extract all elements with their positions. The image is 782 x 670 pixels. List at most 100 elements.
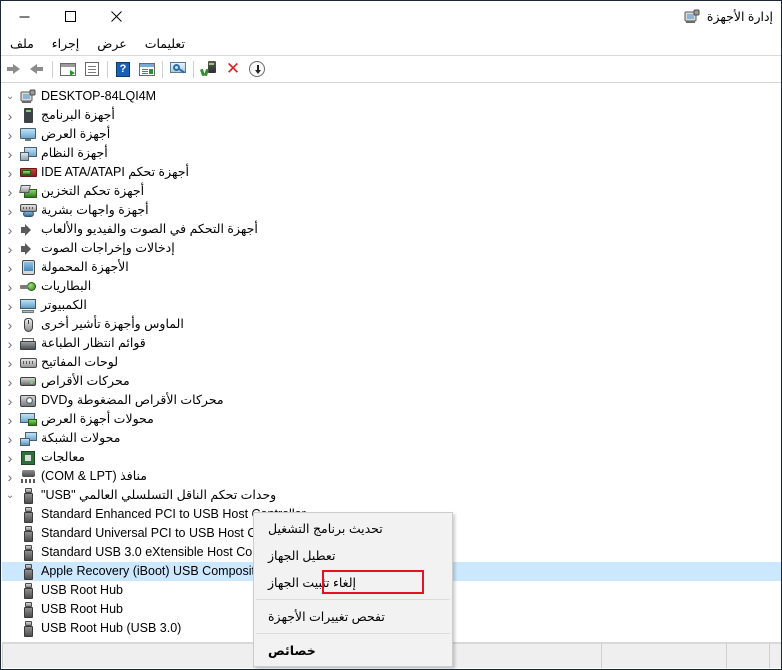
close-button[interactable] — [93, 1, 139, 32]
chevron-left-icon[interactable]: ‹ — [2, 296, 18, 315]
tree-node[interactable]: ‹ محركات الأقراص المضغوطة وDVD — [2, 391, 781, 410]
tree-node[interactable]: ‹ أجهزة البرنامج — [2, 106, 781, 125]
tree-node[interactable]: ‹ محركات الأقراص — [2, 372, 781, 391]
tree-node-spacer — [2, 524, 18, 543]
chevron-left-icon[interactable]: ‹ — [2, 334, 18, 353]
tree-node[interactable]: ‹ الكمبيوتر — [2, 296, 781, 315]
tree-node-spacer — [2, 505, 18, 524]
menu-help[interactable]: تعليمات — [136, 34, 194, 54]
tree-node-spacer — [2, 543, 18, 562]
usb-icon — [18, 524, 38, 543]
disable-device-button[interactable]: ✕ — [221, 58, 245, 81]
minimize-button[interactable] — [1, 1, 47, 32]
tree-node[interactable]: ‹ الأجهزة المحمولة — [2, 258, 781, 277]
tree-node[interactable]: ‹ أجهزة تحكم التخزين — [2, 182, 781, 201]
chevron-left-icon[interactable]: ‹ — [2, 163, 18, 182]
chevron-left-icon[interactable]: ‹ — [2, 106, 18, 125]
help-icon: ? — [116, 61, 130, 77]
chevron-left-icon[interactable]: ‹ — [2, 201, 18, 220]
tree-node[interactable]: ‹ محولات الشبكة — [2, 429, 781, 448]
tree-node[interactable]: ‹ معالجات — [2, 448, 781, 467]
chevron-down-icon[interactable]: ⌄ — [2, 87, 18, 106]
arrow-left-icon — [28, 60, 46, 78]
tree-node[interactable]: ‹ لوحات المفاتيح — [2, 353, 781, 372]
menu-view[interactable]: عرض — [88, 34, 135, 54]
tree-node[interactable]: ‹ أجهزة العرض — [2, 125, 781, 144]
menu-action[interactable]: إجراء — [43, 34, 88, 54]
ctx-scan-hardware-changes[interactable]: تفحص تغييرات الأجهزة — [254, 603, 452, 630]
properties-button[interactable] — [80, 58, 104, 81]
chevron-left-icon[interactable]: ‹ — [2, 125, 18, 144]
toolbar: ? ✕ — [1, 56, 781, 83]
monitor-icon — [18, 125, 38, 144]
forward-button[interactable] — [25, 58, 49, 81]
tree-node[interactable]: ‹ منافذ (COM & LPT) — [2, 467, 781, 486]
cd-drive-icon — [18, 391, 38, 410]
tree-node-label: USB Root Hub — [41, 583, 123, 597]
ctx-disable-device[interactable]: تعطيل الجهاز — [254, 542, 452, 569]
menu-file[interactable]: ملف — [1, 34, 43, 54]
scan-changes-button[interactable] — [166, 58, 190, 81]
tree-node[interactable]: ‹ البطاريات — [2, 277, 781, 296]
tree-node-label: محركات الأقراص المضغوطة وDVD — [41, 393, 224, 407]
chevron-left-icon[interactable]: ‹ — [2, 182, 18, 201]
tree-node[interactable]: ‹ أجهزة التحكم في الصوت والفيديو والألعاب — [2, 220, 781, 239]
tree-root-label: DESKTOP-84LQI4M — [41, 89, 157, 103]
maximize-icon — [64, 11, 76, 22]
chevron-left-icon[interactable]: ‹ — [2, 391, 18, 410]
tree-node[interactable]: ‹ إدخالات وإخراجات الصوت — [2, 239, 781, 258]
chevron-left-icon[interactable]: ‹ — [2, 467, 18, 486]
device-list-icon — [139, 62, 155, 76]
chevron-left-icon[interactable]: ‹ — [2, 353, 18, 372]
chevron-left-icon[interactable]: ‹ — [2, 277, 18, 296]
context-menu[interactable]: تحديث برنامج التشغيل تعطيل الجهاز إلغاء تث… — [253, 512, 453, 667]
tower-icon — [18, 106, 38, 125]
show-hidden-button[interactable] — [56, 58, 80, 81]
chevron-left-icon[interactable]: ‹ — [2, 448, 18, 467]
chevron-left-icon[interactable]: ‹ — [2, 429, 18, 448]
chevron-left-icon[interactable]: ‹ — [2, 239, 18, 258]
chevron-left-icon[interactable]: ‹ — [2, 220, 18, 239]
tree-node[interactable]: ‹ أجهزة واجهات بشرية — [2, 201, 781, 220]
tree-root-node[interactable]: ⌄ DESKTOP-84LQI4M — [2, 87, 781, 106]
usb-icon — [18, 619, 38, 638]
ctx-properties[interactable]: خصائص — [254, 637, 452, 664]
tree-node[interactable]: ‹ الماوس وأجهزة تأشير أخرى — [2, 315, 781, 334]
tree-node[interactable]: ‹ أجهزة النظام — [2, 144, 781, 163]
maximize-button[interactable] — [47, 1, 93, 32]
update-driver-button[interactable] — [245, 58, 269, 81]
tree-node-spacer — [2, 581, 18, 600]
tree-node-label: الكمبيوتر — [41, 298, 87, 312]
context-menu-item-label: تحديث برنامج التشغيل — [268, 522, 383, 536]
chevron-down-icon[interactable]: ⌄ — [2, 486, 18, 505]
help-button[interactable]: ? — [111, 58, 135, 81]
tree-node[interactable]: ‹ أجهزة تحكم IDE ATA/ATAPI — [2, 163, 781, 182]
device-manager-window: إدارة الأجهزة ملف إجراء عرض تعليمات ? ✕ … — [0, 0, 782, 670]
chevron-left-icon[interactable]: ‹ — [2, 372, 18, 391]
back-button[interactable] — [1, 58, 25, 81]
tree-node-label: لوحات المفاتيح — [41, 355, 119, 369]
tree-node-label: أجهزة تحكم IDE ATA/ATAPI — [41, 165, 189, 179]
chevron-left-icon[interactable]: ‹ — [2, 144, 18, 163]
usb-icon — [18, 581, 38, 600]
usb-icon — [18, 505, 38, 524]
chevron-left-icon[interactable]: ‹ — [2, 315, 18, 334]
ctx-update-driver[interactable]: تحديث برنامج التشغيل — [254, 515, 452, 542]
system-device-icon — [18, 144, 38, 163]
uninstall-device-button[interactable] — [197, 58, 221, 81]
menu-bar: ملف إجراء عرض تعليمات — [1, 32, 781, 56]
tree-node-label: معالجات — [41, 450, 85, 464]
tree-node-label: محولات أجهزة العرض — [41, 412, 154, 426]
display-adapter-icon — [18, 410, 38, 429]
usb-icon — [18, 600, 38, 619]
tree-node[interactable]: ‹ قوائم انتظار الطباعة — [2, 334, 781, 353]
device-list-button[interactable] — [135, 58, 159, 81]
chevron-left-icon[interactable]: ‹ — [2, 258, 18, 277]
tree-node[interactable]: ⌄ وحدات تحكم الناقل التسلسلي العالمي "USB… — [2, 486, 781, 505]
usb-icon — [18, 562, 38, 581]
ctx-uninstall-device[interactable]: إلغاء تثبيت الجهاز — [254, 569, 452, 596]
speaker-icon — [18, 239, 38, 258]
chevron-left-icon[interactable]: ‹ — [2, 410, 18, 429]
tree-node-label: USB Root Hub (USB 3.0) — [41, 621, 182, 635]
tree-node[interactable]: ‹ محولات أجهزة العرض — [2, 410, 781, 429]
